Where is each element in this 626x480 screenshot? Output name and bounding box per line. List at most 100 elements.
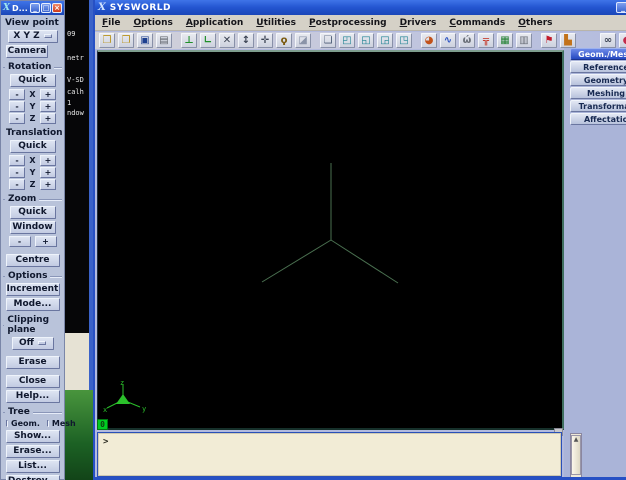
cube-view-1-icon[interactable]: ◰ bbox=[339, 33, 355, 48]
svg-text:x: x bbox=[103, 406, 107, 414]
dialog-maximize-button[interactable]: □ bbox=[41, 3, 51, 13]
list-grid-icon[interactable]: ▥ bbox=[516, 33, 532, 48]
geom-checkbox[interactable] bbox=[6, 420, 8, 427]
zoom-tool-icon[interactable]: ϙ bbox=[276, 33, 292, 48]
hierarchy-icon[interactable]: ╦ bbox=[478, 33, 494, 48]
translate-x-minus-button[interactable]: - bbox=[9, 155, 25, 166]
glasses-icon[interactable]: ∞ bbox=[600, 33, 616, 48]
dialog-titlebar[interactable]: X D... _ □ × bbox=[1, 1, 64, 15]
tree-show-button[interactable]: Show... bbox=[6, 430, 60, 443]
flag-icon[interactable]: ⚑ bbox=[541, 33, 557, 48]
dialog-minimize-button[interactable]: _ bbox=[30, 3, 40, 13]
tab-meshing[interactable]: Meshing bbox=[570, 87, 626, 99]
axes-icon[interactable]: ⊥ bbox=[181, 33, 197, 48]
centre-button[interactable]: Centre bbox=[6, 254, 60, 267]
vertical-fit-icon[interactable]: ↕ bbox=[238, 33, 254, 48]
material-sphere-icon[interactable]: ◕ bbox=[421, 33, 437, 48]
curve-chart-icon[interactable]: ∿ bbox=[440, 33, 456, 48]
translate-x-plus-button[interactable]: + bbox=[40, 155, 56, 166]
command-console[interactable]: > bbox=[97, 432, 562, 477]
view-point-label: View point bbox=[1, 18, 64, 28]
svg-text:y: y bbox=[142, 405, 146, 413]
menu-postprocessing[interactable]: Postprocessing bbox=[309, 18, 387, 28]
close-button[interactable]: Close bbox=[6, 375, 60, 388]
save-icon[interactable]: ▣ bbox=[137, 33, 153, 48]
rotation-section-label: Rotation bbox=[3, 62, 62, 72]
menu-others[interactable]: Others bbox=[518, 18, 552, 28]
zoom-quick-button[interactable]: Quick bbox=[10, 206, 56, 219]
x11-logo-icon: X bbox=[98, 2, 106, 13]
fit-view-icon[interactable]: ✕ bbox=[219, 33, 235, 48]
cube-view-2-icon[interactable]: ◱ bbox=[358, 33, 374, 48]
translation-quick-button[interactable]: Quick bbox=[10, 140, 56, 153]
tab-geom-mesh[interactable]: Geom./Mesh bbox=[570, 48, 626, 60]
colorbar-icon[interactable]: ▙ bbox=[560, 33, 576, 48]
open-model-icon[interactable]: ❐ bbox=[118, 33, 134, 48]
scrollbar-thumb[interactable]: ▲ bbox=[571, 435, 581, 475]
clipping-off-button[interactable]: Off bbox=[12, 337, 54, 350]
tree-list-button[interactable]: List... bbox=[6, 460, 60, 473]
option-menu-indicator bbox=[44, 34, 52, 38]
print-icon[interactable]: ▤ bbox=[156, 33, 172, 48]
erase-tool-icon[interactable]: ◪ bbox=[295, 33, 311, 48]
tab-reference[interactable]: Reference bbox=[570, 61, 626, 73]
mesh-checkbox[interactable] bbox=[47, 420, 49, 427]
zoom-in-button[interactable]: + bbox=[35, 236, 57, 247]
record-icon[interactable]: ● bbox=[619, 33, 626, 48]
terminal-window[interactable]: 09 netr V-SD calh 1 ndow bbox=[65, 0, 93, 333]
corner-axes-icon[interactable]: ∟ bbox=[200, 33, 216, 48]
erase-button[interactable]: Erase bbox=[6, 356, 60, 369]
dialog-close-icon[interactable]: × bbox=[52, 3, 62, 13]
menu-options[interactable]: Options bbox=[133, 18, 172, 28]
tab-transformation[interactable]: Transformat bbox=[570, 100, 626, 112]
rotate-z-minus-button[interactable]: - bbox=[9, 113, 25, 124]
x-axis-label: X bbox=[29, 90, 36, 99]
rotate-y-plus-button[interactable]: + bbox=[40, 101, 56, 112]
z-axis-label: Z bbox=[29, 114, 36, 123]
xyz-option-button[interactable]: X Y Z bbox=[8, 30, 58, 43]
tab-geometry[interactable]: Geometry bbox=[570, 74, 626, 86]
open-icon[interactable]: ❒ bbox=[99, 33, 115, 48]
console-scrollbar[interactable]: ▲ bbox=[570, 433, 582, 479]
window-titlebar[interactable]: X SYSWORLD _ bbox=[95, 0, 626, 15]
rotate-y-row: - Y + bbox=[1, 101, 64, 112]
minimize-button[interactable]: _ bbox=[616, 2, 626, 13]
menu-file[interactable]: File bbox=[102, 18, 120, 28]
menu-commands[interactable]: Commands bbox=[449, 18, 505, 28]
zoom-out-button[interactable]: - bbox=[9, 236, 31, 247]
mesh-matrix-icon[interactable]: ▦ bbox=[497, 33, 513, 48]
mode-button[interactable]: Mode... bbox=[6, 298, 60, 311]
tree-erase-button[interactable]: Erase... bbox=[6, 445, 60, 458]
translate-y-minus-button[interactable]: - bbox=[9, 167, 25, 178]
translate-y-row: - Y + bbox=[1, 167, 64, 178]
frame-icon[interactable]: ❏ bbox=[320, 33, 336, 48]
frequency-icon[interactable]: ώ bbox=[459, 33, 475, 48]
menu-utilities[interactable]: Utilities bbox=[256, 18, 296, 28]
increment-button[interactable]: Increment... bbox=[6, 283, 60, 296]
x11-logo-icon: X bbox=[3, 3, 10, 13]
cube-view-4-icon[interactable]: ◳ bbox=[396, 33, 412, 48]
tab-affectation[interactable]: Affectatio bbox=[570, 113, 626, 125]
pan-icon[interactable]: ✛ bbox=[257, 33, 273, 48]
zoom-window-button[interactable]: Window bbox=[10, 221, 56, 234]
graphics-viewport[interactable]: z x y bbox=[97, 50, 564, 430]
menu-application[interactable]: Application bbox=[186, 18, 243, 28]
translate-y-plus-button[interactable]: + bbox=[40, 167, 56, 178]
rotate-y-minus-button[interactable]: - bbox=[9, 101, 25, 112]
tree-section-label: Tree bbox=[3, 407, 62, 417]
geom-checkbox-label: Geom. bbox=[11, 419, 40, 428]
tree-destroy-button[interactable]: Destroy... bbox=[6, 475, 60, 480]
desktop: 09 netr V-SD calh 1 ndow X SYSWORLD _ Fi… bbox=[0, 0, 626, 480]
dialog-title: D... bbox=[12, 4, 29, 13]
rotate-x-minus-button[interactable]: - bbox=[9, 89, 25, 100]
zoom-section-label: Zoom bbox=[3, 194, 62, 204]
rotate-x-plus-button[interactable]: + bbox=[40, 89, 56, 100]
camera-option-button[interactable]: Camera bbox=[6, 45, 48, 58]
cube-view-3-icon[interactable]: ◲ bbox=[377, 33, 393, 48]
rotate-z-plus-button[interactable]: + bbox=[40, 113, 56, 124]
menu-drivers[interactable]: Drivers bbox=[400, 18, 437, 28]
translate-z-minus-button[interactable]: - bbox=[9, 179, 25, 190]
rotation-quick-button[interactable]: Quick bbox=[10, 74, 56, 87]
help-button[interactable]: Help... bbox=[6, 390, 60, 403]
translate-z-plus-button[interactable]: + bbox=[40, 179, 56, 190]
